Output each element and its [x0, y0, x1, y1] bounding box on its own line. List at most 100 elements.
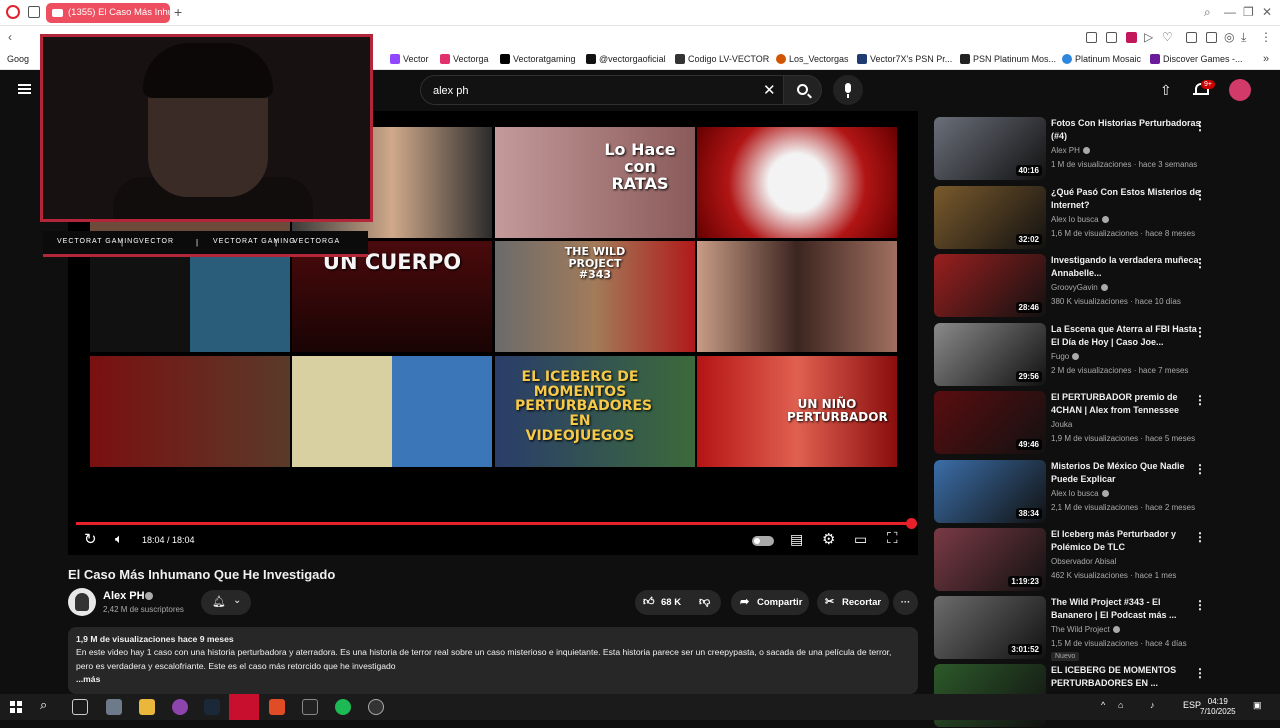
- dislike-icon[interactable]: 👎︎: [699, 590, 710, 615]
- recommended-channel[interactable]: GroovyGavin: [1051, 283, 1108, 292]
- endscreen-thumbnail[interactable]: [90, 356, 290, 467]
- progress-bar[interactable]: [76, 518, 917, 529]
- recommended-video[interactable]: 49:46 El PERTURBADOR premio de 4CHAN | Al…: [934, 391, 1264, 455]
- bookmark-item[interactable]: Vector: [390, 54, 429, 64]
- recommended-title[interactable]: El Iceberg más Perturbador y Polémico De…: [1051, 528, 1201, 553]
- extension-icon[interactable]: [1086, 32, 1097, 43]
- recommended-title[interactable]: ¿Qué Pasó Con Estos Misterios de Interne…: [1051, 186, 1201, 211]
- more-options-icon[interactable]: ⋮: [1194, 325, 1206, 339]
- recommended-thumbnail[interactable]: 49:46: [934, 391, 1046, 454]
- subtitles-icon[interactable]: ▤: [790, 531, 803, 548]
- recommended-thumbnail[interactable]: 1:19:23: [934, 528, 1046, 591]
- endscreen-thumbnail[interactable]: THE WILD PROJECT #343: [495, 241, 695, 352]
- endscreen-thumbnail[interactable]: [90, 241, 290, 352]
- share-button[interactable]: ➦ Compartir: [731, 590, 809, 615]
- adblock-icon[interactable]: [1126, 32, 1137, 43]
- search-input[interactable]: [433, 82, 733, 100]
- channel-avatar[interactable]: [68, 588, 96, 616]
- more-options-icon[interactable]: ⋮: [1194, 119, 1206, 133]
- account-avatar[interactable]: [1229, 79, 1251, 101]
- capcut-icon[interactable]: [302, 699, 318, 715]
- maximize-button[interactable]: ❐: [1243, 5, 1254, 19]
- endscreen-thumbnail[interactable]: UN CUERPO: [292, 241, 492, 352]
- recommended-title[interactable]: El PERTURBADOR premio de 4CHAN | Alex fr…: [1051, 391, 1201, 416]
- volume-icon[interactable]: 🔈︎: [115, 531, 123, 547]
- endscreen-thumbnail[interactable]: UN NIÑO PERTURBADOR: [697, 356, 897, 467]
- spotify-icon[interactable]: [335, 699, 351, 715]
- recommended-video[interactable]: 28:46 Investigando la verdadera muñeca An…: [934, 254, 1264, 318]
- windows-start-icon[interactable]: [10, 701, 22, 713]
- recommended-thumbnail[interactable]: 3:01:52: [934, 596, 1046, 659]
- recommended-thumbnail[interactable]: 29:56: [934, 323, 1046, 386]
- recommended-video[interactable]: 38:34 Misterios De México Que Nadie Puede…: [934, 460, 1264, 524]
- bookmark-item[interactable]: Vectorga: [440, 54, 489, 64]
- steam-icon[interactable]: [204, 699, 220, 715]
- opera-gx-icon[interactable]: [172, 699, 188, 715]
- recommended-video[interactable]: 40:16 Fotos Con Historias Perturbadoras (…: [934, 117, 1264, 181]
- notification-center-icon[interactable]: ▣: [1253, 700, 1262, 711]
- more-options-icon[interactable]: ⋮: [1194, 256, 1206, 270]
- recommended-title[interactable]: The Wild Project #343 - El Bananero | El…: [1051, 596, 1201, 621]
- like-count[interactable]: 68 K: [661, 590, 681, 615]
- recommended-title[interactable]: La Escena que Aterra al FBI Hasta El Día…: [1051, 323, 1201, 348]
- recommended-title[interactable]: Misterios De México Que Nadie Puede Expl…: [1051, 460, 1201, 485]
- bookmark-item[interactable]: Codigo LV-VECTOR: [675, 54, 769, 64]
- taskbar-clock[interactable]: 04:19 7/10/2025: [1200, 697, 1236, 717]
- clip-button[interactable]: ✂ Recortar: [817, 590, 889, 615]
- hamburger-menu-icon[interactable]: [18, 84, 31, 86]
- app-icon[interactable]: [106, 699, 122, 715]
- new-tab-button[interactable]: +: [174, 4, 182, 20]
- capture-icon[interactable]: [1106, 32, 1117, 43]
- more-options-icon[interactable]: ⋮: [1194, 462, 1206, 476]
- profile-icon[interactable]: ◎: [1224, 30, 1234, 44]
- theater-mode-icon[interactable]: ▭: [854, 531, 867, 548]
- more-bookmarks-icon[interactable]: »: [1263, 53, 1269, 65]
- subscription-bell-button[interactable]: 🔔︎ ⌄: [201, 590, 251, 615]
- close-window-button[interactable]: ✕: [1262, 5, 1272, 19]
- more-actions-button[interactable]: ···: [893, 590, 918, 615]
- tray-chevron-up-icon[interactable]: ^: [1101, 700, 1105, 710]
- upload-icon[interactable]: ⇧: [1160, 82, 1172, 99]
- bookmark-item[interactable]: @vectorgaoficial: [586, 54, 666, 64]
- settings-gear-icon[interactable]: ⚙: [822, 530, 835, 548]
- bookmark-item[interactable]: PSN Platinum Mos...: [960, 54, 1056, 64]
- recommended-channel[interactable]: Alex lo busca: [1051, 215, 1109, 224]
- minimize-button[interactable]: —: [1224, 5, 1236, 19]
- bookmark-google[interactable]: Goog: [7, 54, 29, 64]
- recommended-thumbnail[interactable]: 40:16: [934, 117, 1046, 180]
- volume-tray-icon[interactable]: ♪: [1150, 700, 1155, 710]
- more-options-icon[interactable]: ⋮: [1194, 188, 1206, 202]
- browser-tab-active[interactable]: (1355) El Caso Más Inhum: [46, 3, 170, 23]
- play-icon[interactable]: ▷: [1144, 30, 1153, 44]
- replay-icon[interactable]: ↻: [84, 530, 97, 548]
- tab-island-icon[interactable]: [28, 6, 40, 18]
- puzzle-icon[interactable]: [1206, 32, 1217, 43]
- endscreen-thumbnail[interactable]: EL ICEBERG DE MOMENTOS PERTURBADORES EN …: [495, 356, 695, 467]
- bookmark-item[interactable]: Vector7X's PSN Pr...: [857, 54, 952, 64]
- task-view-icon[interactable]: [72, 699, 88, 715]
- autoplay-toggle[interactable]: [752, 536, 774, 546]
- endscreen-thumbnail[interactable]: Lo Hace con RATAS: [495, 127, 695, 238]
- voice-search-mic-icon[interactable]: [833, 75, 863, 105]
- more-options-icon[interactable]: ⋮: [1194, 666, 1206, 680]
- recommended-channel[interactable]: Fugo: [1051, 352, 1080, 361]
- bookmark-item[interactable]: Los_Vectorgas: [776, 54, 849, 64]
- language-indicator[interactable]: ESP: [1183, 700, 1201, 710]
- more-options-icon[interactable]: ⋮: [1194, 530, 1206, 544]
- file-explorer-icon[interactable]: [139, 699, 155, 715]
- recommended-channel[interactable]: Jouka: [1051, 420, 1072, 429]
- recommended-thumbnail[interactable]: 28:46: [934, 254, 1046, 317]
- recommended-channel[interactable]: Alex lo busca: [1051, 489, 1109, 498]
- bookmark-item[interactable]: Vectoratgaming: [500, 54, 576, 64]
- recommended-thumbnail[interactable]: 38:34: [934, 460, 1046, 523]
- show-more-link[interactable]: ...más: [76, 673, 910, 686]
- bookmark-item[interactable]: Platinum Mosaic: [1062, 54, 1141, 64]
- obs-icon[interactable]: [368, 699, 384, 715]
- description-box[interactable]: 1,9 M de visualizaciones hace 9 meses En…: [68, 627, 918, 694]
- recommended-title[interactable]: Investigando la verdadera muñeca Annabel…: [1051, 254, 1201, 279]
- heart-icon[interactable]: ♡: [1162, 30, 1173, 44]
- search-taskbar-icon[interactable]: ⌕: [40, 697, 47, 713]
- fullscreen-icon[interactable]: ⛶: [887, 530, 898, 547]
- search-tabs-icon[interactable]: ⌕: [1204, 5, 1211, 20]
- clear-search-icon[interactable]: ✕: [763, 81, 776, 99]
